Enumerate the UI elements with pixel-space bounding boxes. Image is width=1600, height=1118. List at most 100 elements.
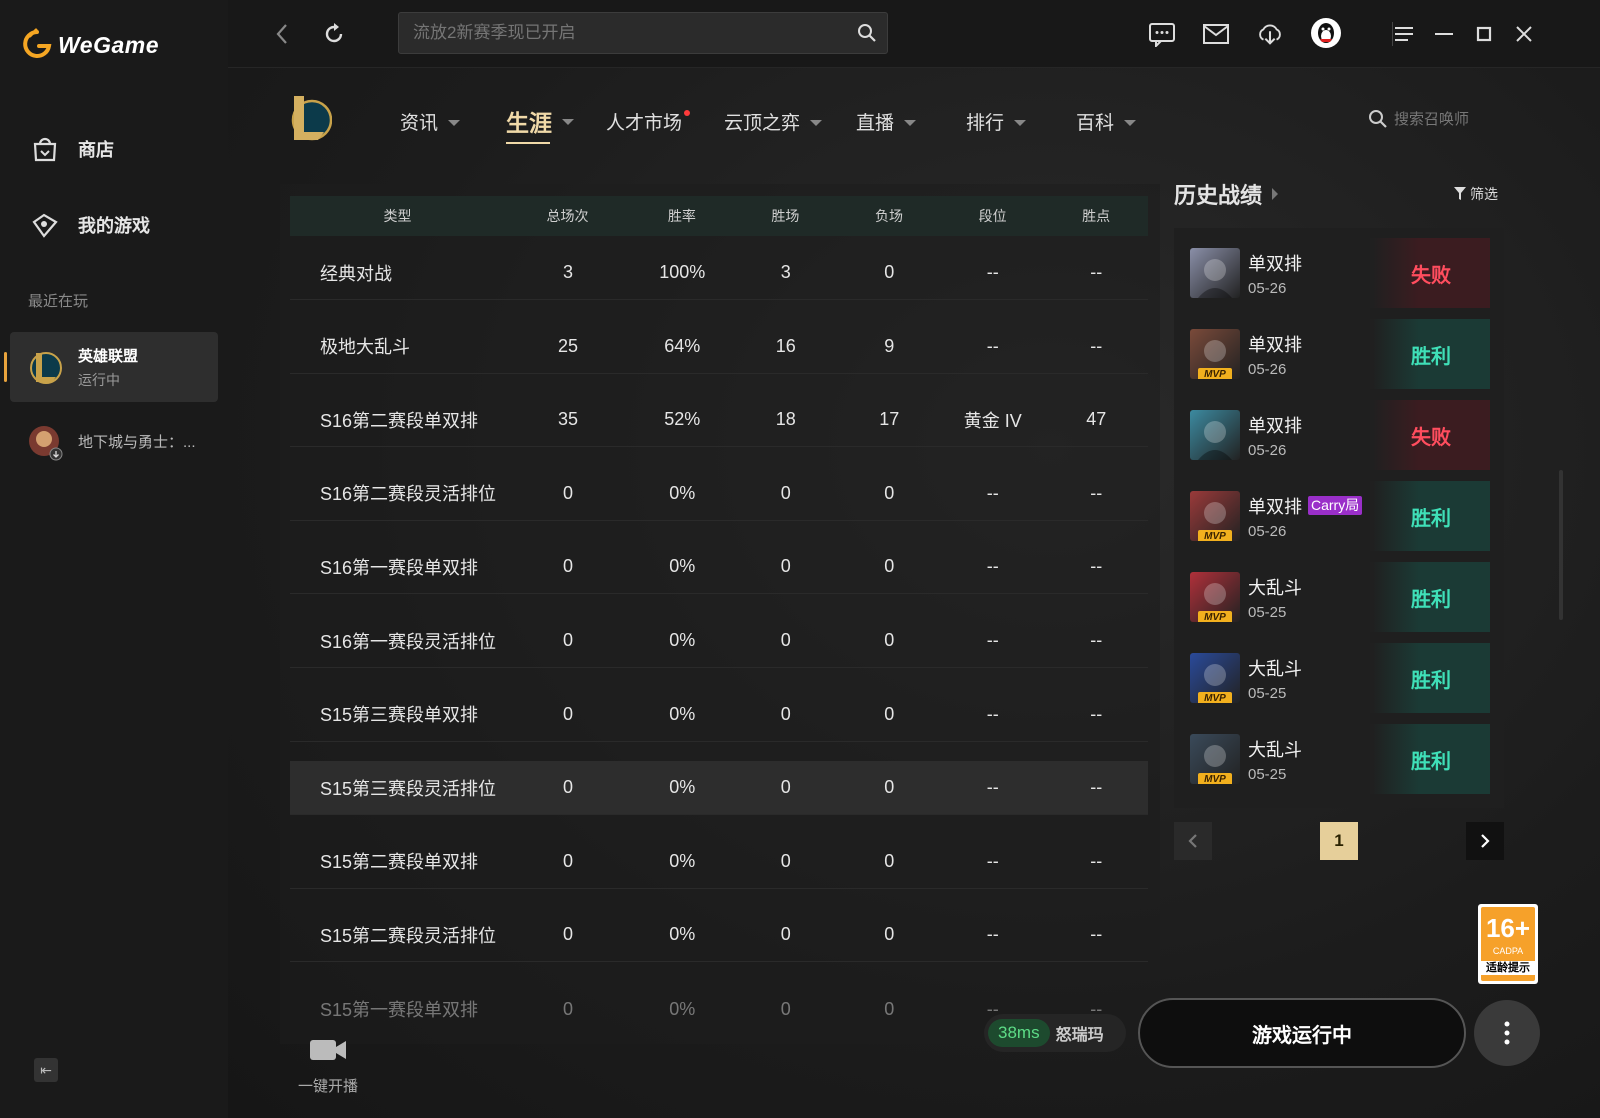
match-item[interactable]: MVP 大乱斗 05-25 胜利 [1188,724,1490,794]
chevron-down-icon [810,119,823,126]
back-button[interactable] [268,20,296,48]
header-lp: 胜点 [1082,208,1111,224]
nav-store-label: 商店 [78,140,114,160]
recent-game-lol[interactable]: 英雄联盟 运行中 [4,332,218,402]
row-wins: 0 [780,924,791,945]
table-row[interactable]: S16第一赛段单双排 0 0% 0 0 -- -- [290,540,1148,595]
message-button[interactable] [1148,20,1176,48]
row-tier: 黄金 IV [963,410,1022,431]
close-button[interactable] [1510,20,1538,48]
search-box [398,12,888,54]
row-lp: -- [1090,556,1103,577]
game-running-button[interactable]: 游戏运行中 [1138,998,1466,1068]
mail-button[interactable] [1202,20,1230,48]
match-item[interactable]: MVP 大乱斗 05-25 胜利 [1188,643,1490,713]
tab-tft[interactable]: 云顶之弈 [724,108,823,135]
match-item[interactable]: MVP 单双排 Carry局 05-26 胜利 [1188,481,1490,551]
tab-live[interactable]: 直播 [856,108,917,135]
nav-my-games-label: 我的游戏 [78,216,150,236]
match-date: 05-25 [1248,603,1287,621]
current-page[interactable]: 1 [1320,822,1358,860]
table-row[interactable]: S15第二赛段单双排 0 0% 0 0 -- -- [290,835,1148,889]
match-date: 05-26 [1248,522,1287,540]
match-item[interactable]: 单双排 05-26 失败 [1188,400,1490,470]
match-mode: 单双排 [1248,334,1302,355]
next-page-button[interactable] [1466,822,1504,860]
champion-avatar: MVP [1190,653,1240,703]
header-losses: 负场 [875,208,903,224]
nav-my-games[interactable]: 我的游戏 [30,210,150,240]
match-mode: 单双排 [1248,415,1302,436]
tab-news[interactable]: 资讯 [400,108,461,135]
nav-store[interactable]: 商店 [30,134,114,164]
recent-game-dnf[interactable]: 地下城与勇士：... [10,406,218,476]
maximize-button[interactable] [1470,20,1498,48]
row-wins: 3 [780,262,791,282]
download-button[interactable] [1256,20,1284,48]
match-info: 大乱斗 05-25 [1248,736,1302,783]
chat-icon [1149,23,1175,47]
table-row[interactable]: S16第一赛段灵活排位 0 0% 0 0 -- -- [290,614,1148,668]
tab-rank[interactable]: 排行 [966,108,1027,135]
table-row[interactable]: S15第二赛段灵活排位 0 0% 0 0 -- -- [290,908,1148,963]
match-result: 胜利 [1372,481,1490,551]
wegame-logo[interactable]: WeGame [22,28,159,62]
tab-talent-market[interactable]: 人才市场 [606,108,691,135]
table-row[interactable]: S15第三赛段灵活排位 0 0% 0 0 -- -- [290,761,1148,816]
row-type: 极地大乱斗 [320,337,410,358]
match-item[interactable]: MVP 单双排 05-26 胜利 [1188,319,1490,389]
tab-wiki[interactable]: 百科 [1076,108,1137,135]
filter-icon [1454,187,1466,200]
row-total: 25 [557,335,579,356]
chevron-right-icon [1481,834,1490,848]
server-status[interactable]: 38ms 怒瑞玛 [984,1014,1126,1052]
tab-career[interactable]: 生涯 [506,104,574,144]
match-item[interactable]: MVP 大乱斗 05-25 胜利 [1188,562,1490,632]
history-title[interactable]: 历史战绩 [1174,178,1279,210]
champion-portrait-icon [1198,259,1232,298]
search-input[interactable] [399,13,839,53]
table-row[interactable]: S16第二赛段灵活排位 0 0% 0 0 -- -- [290,467,1148,521]
match-item[interactable]: 单双排 05-26 失败 [1188,238,1490,308]
more-options-button[interactable] [1474,1000,1540,1066]
prev-page-button[interactable] [1174,822,1212,860]
filter-button[interactable]: 筛选 [1454,184,1498,204]
champion-portrait-icon [1198,421,1232,460]
header-total: 总场次 [546,208,589,224]
history-scrollbar[interactable] [1559,470,1563,620]
row-type: S16第二赛段灵活排位 [320,484,497,505]
age-rating-inner: 16+ CADPA 适龄提示 [1481,907,1535,981]
topbar [228,0,1600,68]
row-losses: 0 [884,630,895,650]
table-row[interactable]: S16第二赛段单双排 35 52% 18 17 黄金 IV 47 [290,393,1148,448]
refresh-icon [325,23,343,43]
row-type: S15第二赛段灵活排位 [320,925,497,946]
row-winrate: 0% [669,703,696,724]
collapse-sidebar-button[interactable]: ⇤ [34,1058,58,1082]
table-row[interactable]: S15第三赛段单双排 0 0% 0 0 -- -- [290,688,1148,742]
stream-label: 一键开播 [297,1078,358,1095]
table-row[interactable]: 极地大乱斗 25 64% 16 9 -- -- [290,320,1148,374]
history-title-text: 历史战绩 [1174,183,1263,208]
one-click-stream-button[interactable]: 一键开播 [290,1036,366,1096]
row-lp: -- [1090,850,1103,871]
menu-button[interactable] [1390,20,1418,48]
match-date: 05-26 [1248,441,1287,459]
lol-logo-icon[interactable] [284,90,332,146]
table-row[interactable]: 经典对战 3 100% 3 0 -- -- [290,246,1148,300]
match-result: 胜利 [1372,562,1490,632]
row-type: 经典对战 [320,263,392,284]
minimize-button[interactable] [1430,20,1458,48]
chevron-down-icon [904,119,917,126]
row-total: 0 [563,777,574,798]
lol-icon [30,352,62,384]
row-type: S16第一赛段单双排 [320,557,479,578]
row-tier: -- [986,335,999,356]
champion-avatar: MVP [1190,734,1240,784]
user-avatar[interactable] [1310,17,1342,49]
summoner-search[interactable]: 搜索召唤师 [1368,108,1469,129]
row-losses: 0 [884,777,895,798]
search-icon[interactable] [857,23,877,43]
refresh-button[interactable] [320,20,348,48]
champion-avatar [1190,410,1240,460]
